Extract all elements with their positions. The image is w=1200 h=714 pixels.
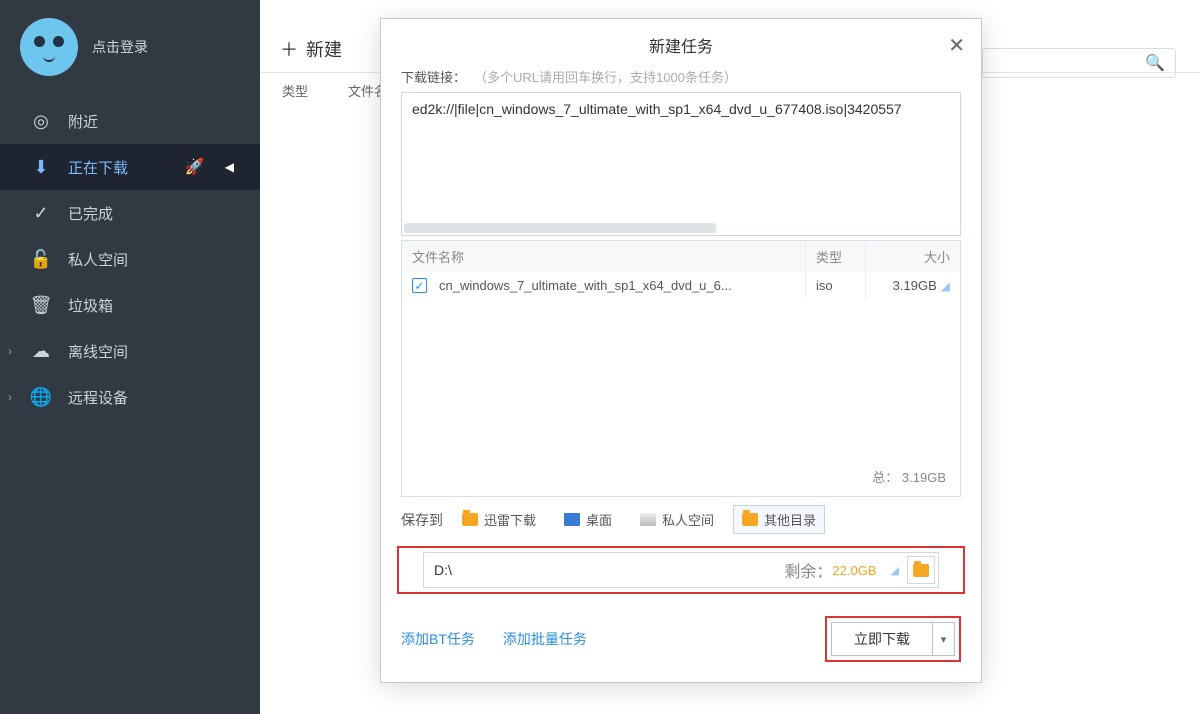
save-other-button[interactable]: 其他目录 — [733, 505, 825, 534]
total-size: 3.19GB — [902, 470, 946, 485]
sidebar-item-remote[interactable]: ›🌐 远程设备 — [0, 374, 260, 420]
file-name: cn_windows_7_ultimate_with_sp1_x64_dvd_u… — [439, 278, 732, 293]
url-hint: （多个URL请用回车换行，支持1000条任务） — [474, 67, 737, 86]
path-input[interactable]: D:\ — [424, 562, 784, 578]
safe-icon — [640, 513, 656, 526]
file-checkbox[interactable]: ✓ — [412, 278, 427, 293]
file-size: 3.19GB — [893, 278, 937, 293]
sidebar-item-offline[interactable]: ›☁ 离线空间 — [0, 328, 260, 374]
download-icon: ⬇ — [30, 156, 52, 178]
close-icon[interactable]: ✕ — [948, 33, 965, 58]
save-xunlei-button[interactable]: 迅雷下载 — [453, 505, 545, 534]
new-task-dialog: 新建任务 ✕ 下载链接： （多个URL请用回车换行，支持1000条任务） ed2… — [380, 18, 982, 683]
search-icon: 🔍 — [1145, 53, 1165, 73]
desktop-icon — [564, 513, 580, 526]
download-now-button[interactable]: 立即下载 — [831, 622, 933, 656]
total-label: 总： — [872, 470, 898, 485]
save-to-label: 保存到 — [401, 510, 443, 530]
download-annotation-box: 立即下载 ▾ — [825, 616, 961, 662]
add-bt-link[interactable]: 添加BT任务 — [401, 629, 475, 649]
login-link[interactable]: 点击登录 — [92, 37, 148, 57]
boost-icon[interactable]: 🚀 — [185, 157, 205, 177]
location-icon: ◎ — [30, 110, 52, 132]
folder-icon — [462, 513, 478, 526]
browse-button[interactable] — [907, 556, 935, 584]
cloud-icon: ☁ — [30, 340, 52, 362]
sidebar-item-completed[interactable]: ›✓ 已完成 — [0, 190, 260, 236]
sidebar: 点击登录 ›◎ 附近 ›⬇ 正在下载 🚀 ›✓ 已完成 ›🔓 私人空间 ›🗑 垃… — [0, 0, 260, 714]
free-label: 剩余： — [784, 558, 832, 582]
sidebar-item-nearby[interactable]: ›◎ 附近 — [0, 98, 260, 144]
file-row[interactable]: ✓ cn_windows_7_ultimate_with_sp1_x64_dvd… — [402, 272, 960, 299]
url-textarea[interactable]: ed2k://|file|cn_windows_7_ultimate_with_… — [401, 92, 961, 236]
globe-icon: 🌐 — [30, 386, 52, 408]
check-icon: ✓ — [30, 202, 52, 224]
sidebar-item-label: 附近 — [68, 111, 98, 132]
folder-icon — [742, 513, 758, 526]
chevron-down-icon[interactable]: ◢ — [883, 564, 907, 577]
trash-icon: 🗑 — [30, 294, 52, 316]
save-desktop-button[interactable]: 桌面 — [555, 505, 621, 534]
sidebar-item-label: 远程设备 — [68, 387, 128, 408]
col-type: 类型 — [282, 81, 308, 100]
lock-icon: 🔓 — [30, 248, 52, 270]
sidebar-item-downloading[interactable]: ›⬇ 正在下载 🚀 — [0, 144, 260, 190]
sidebar-item-private[interactable]: ›🔓 私人空间 — [0, 236, 260, 282]
path-annotation-box: D:\ 剩余： 22.0GB ◢ — [397, 546, 965, 594]
avatar[interactable] — [20, 18, 78, 76]
file-table: 文件名称 类型 大小 ✓ cn_windows_7_ultimate_with_… — [401, 240, 961, 497]
download-dropdown-button[interactable]: ▾ — [933, 622, 955, 656]
new-task-button[interactable]: ＋ 新建 — [280, 36, 342, 62]
dialog-title: 新建任务 — [649, 39, 713, 56]
url-label: 下载链接： — [401, 67, 466, 86]
col-size: 大小 — [866, 241, 960, 272]
file-type: iso — [806, 272, 866, 299]
save-private-button[interactable]: 私人空间 — [631, 505, 723, 534]
url-value: ed2k://|file|cn_windows_7_ultimate_with_… — [412, 101, 902, 117]
sidebar-item-label: 垃圾箱 — [68, 295, 113, 316]
add-batch-link[interactable]: 添加批量任务 — [503, 629, 587, 649]
horizontal-scrollbar[interactable] — [404, 223, 716, 233]
new-button-label: 新建 — [306, 36, 342, 62]
sidebar-item-label: 私人空间 — [68, 249, 128, 270]
col-type: 类型 — [806, 241, 866, 272]
folder-icon — [913, 564, 929, 577]
free-space-value: 22.0GB — [832, 563, 882, 578]
col-filename: 文件名称 — [402, 241, 806, 272]
sidebar-item-label: 正在下载 — [68, 157, 128, 178]
sidebar-item-label: 已完成 — [68, 203, 113, 224]
search-input[interactable]: 🔍 — [982, 48, 1176, 78]
plus-icon: ＋ — [280, 36, 298, 62]
sidebar-item-trash[interactable]: ›🗑 垃圾箱 — [0, 282, 260, 328]
sidebar-item-label: 离线空间 — [68, 341, 128, 362]
